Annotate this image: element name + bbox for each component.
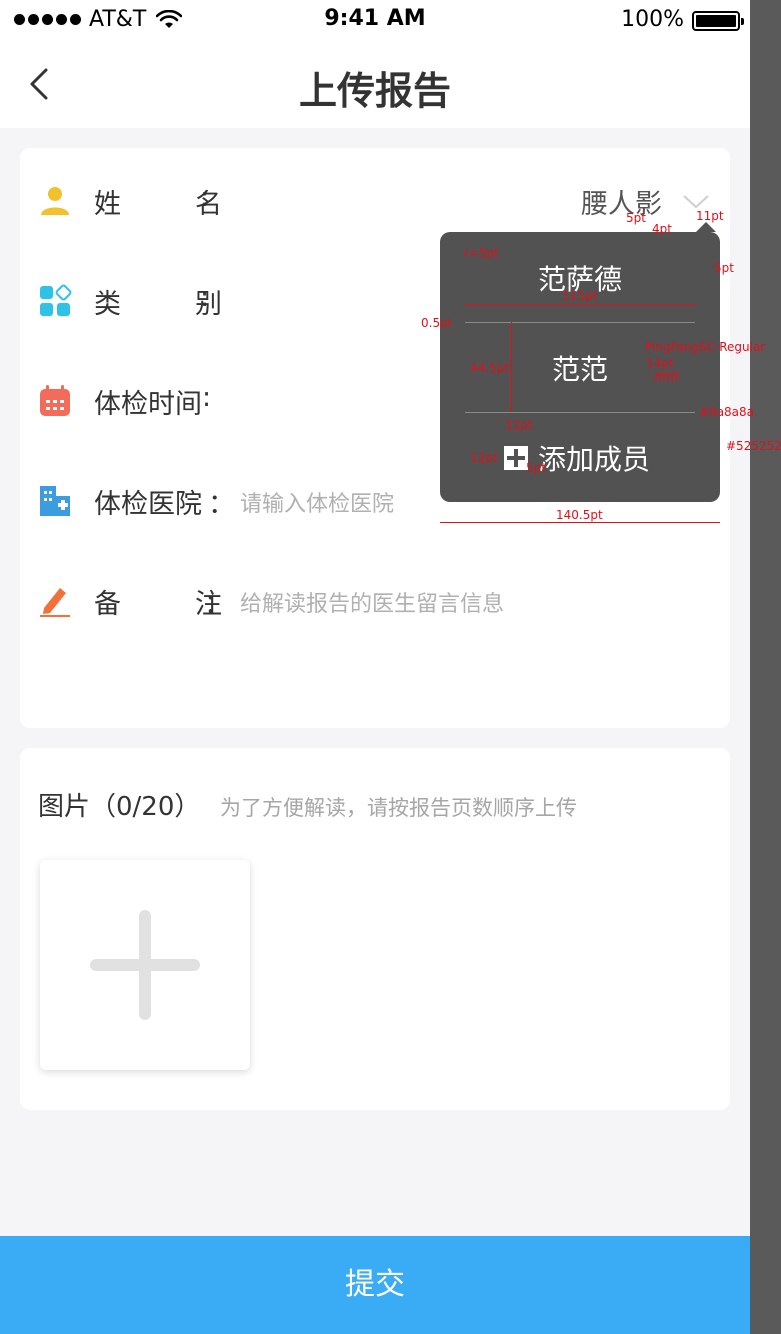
text-color-annotation: ffffff [654,371,679,385]
icon-width-annotation: 12pt [505,418,533,432]
nav-bar: 上传报告 [0,40,750,128]
icon-height-annotation: 12pt [470,451,498,465]
row-height-annotation: 44.5pt [470,361,510,375]
plus-square-icon [504,446,528,470]
hospital-input[interactable]: 请输入体检医院 [240,486,394,518]
battery-percent: 100% [621,7,684,32]
hospital-icon [40,486,70,516]
hospital-label: 体检医院 [94,489,202,520]
add-member-label: 添加成员 [538,443,651,476]
font-annotation: PingFangSC-Regular [645,340,766,354]
images-card: 图片（0/20） 为了方便解读，请按报告页数顺序上传 [20,748,730,1110]
chevron-down-icon[interactable] [682,194,710,210]
name-value[interactable]: 腰人影 [581,182,662,221]
hospital-colon: ： [208,489,235,520]
top-gap-annotation: 5pt [626,211,646,225]
images-hint: 为了方便解读，请按报告页数顺序上传 [220,796,577,820]
remark-input[interactable]: 给解读报告的医生留言信息 [240,586,504,618]
screen: AT&T 9:41 AM 100% 上传报告 姓名 : 腰人影 类别: 体检时… [0,0,750,1334]
divider-color-annotation: #8a8a8a [699,405,755,419]
divider [465,322,695,323]
font-size-annotation: 14pt [646,356,674,370]
inner-width-annotation: 115pt [562,289,598,303]
images-title: 图片（0/20） [38,792,201,822]
right-pad-annotation: 5pt [714,261,734,275]
user-icon [41,187,69,215]
bg-color-annotation: #525252 [726,439,781,453]
category-icon [40,284,72,316]
remark-label: 备注 [94,589,222,620]
page-title: 上传报告 [298,69,451,113]
divider [465,412,695,413]
divider-annotation: 0.5pt [421,316,453,330]
total-width-annotation: 140.5pt [556,508,603,522]
exam-time-label: 体检时间 [94,389,202,420]
submit-button[interactable]: 提交 [0,1236,750,1334]
calendar-icon [40,385,70,416]
name-row[interactable]: 姓名 : 腰人影 [20,170,730,230]
arrow-height-annotation: 4pt [652,222,672,236]
arrow-offset-annotation: 11pt [696,209,724,223]
name-colon: : [200,182,210,213]
remark-row[interactable]: 备注 ： 给解读报告的医生留言信息 [20,570,730,630]
remark-colon: ： [204,589,231,620]
battery-icon [692,11,744,31]
exam-time-colon: : [202,382,212,413]
edit-icon [40,588,70,617]
add-image-button[interactable] [40,860,250,1070]
radius-annotation: r=5pt [464,246,499,260]
category-colon: : [200,282,210,313]
icon-gap-annotation: 5pt [526,461,546,475]
status-bar: AT&T 9:41 AM 100% [0,0,750,40]
